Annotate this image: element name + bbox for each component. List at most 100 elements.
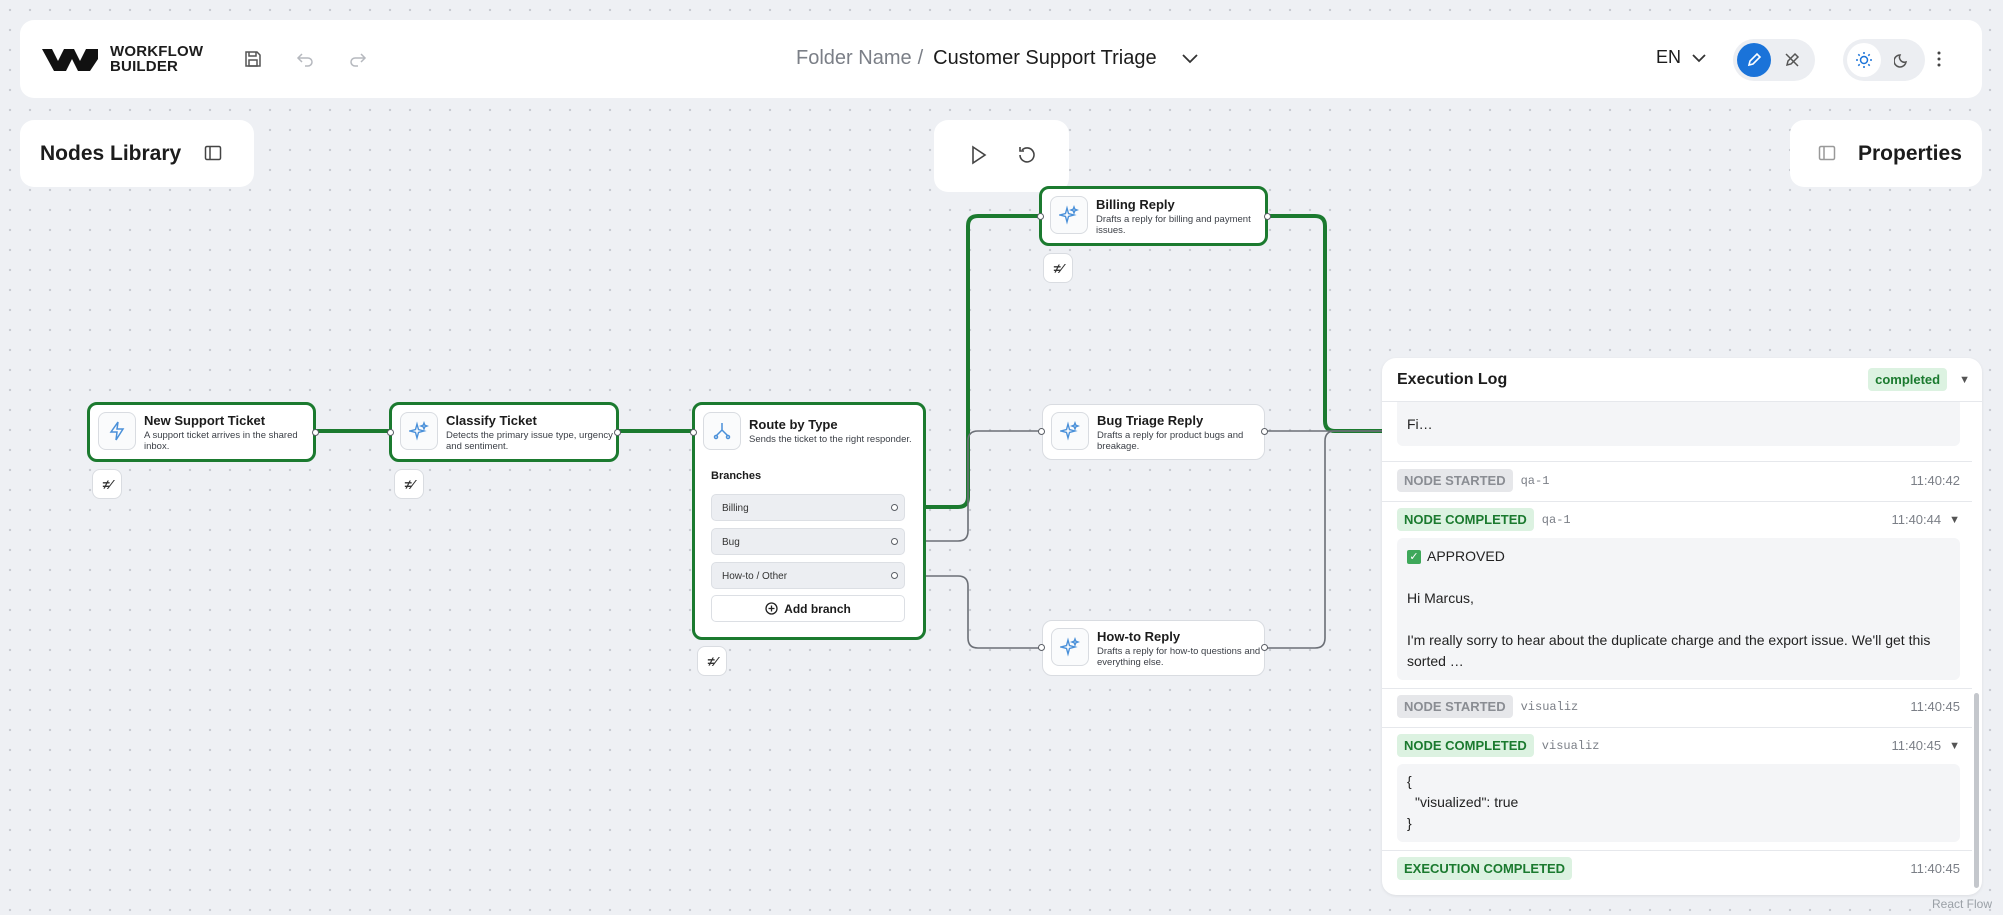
react-flow-attribution[interactable]: React Flow — [1932, 897, 1992, 911]
output-handle[interactable] — [1261, 428, 1268, 435]
node-bug-triage-reply[interactable]: Bug Triage Reply Drafts a reply for prod… — [1038, 404, 1268, 460]
breadcrumb-separator: / — [917, 47, 924, 69]
output-handle[interactable] — [312, 429, 319, 436]
node-description: A support ticket arrives in the shared i… — [144, 430, 298, 452]
dark-theme-button[interactable] — [1885, 43, 1919, 77]
node-howto-reply[interactable]: How-to Reply Drafts a reply for how-to q… — [1038, 620, 1268, 676]
save-icon[interactable] — [241, 47, 265, 71]
node-settings-badge[interactable]: ≠⁄ — [1043, 253, 1073, 283]
logo-icon — [42, 49, 98, 71]
node-settings-badge[interactable]: ≠⁄ — [394, 469, 424, 499]
logo-line-2: BUILDER — [110, 58, 179, 75]
more-options-icon[interactable] — [1927, 47, 1951, 71]
branch-label: Bug — [722, 537, 740, 548]
branch-handle[interactable] — [891, 538, 898, 545]
nodes-library-title: Nodes Library — [40, 142, 182, 165]
sparkle-icon — [1051, 628, 1089, 666]
log-timestamp: 11:40:42 — [1910, 473, 1960, 488]
breadcrumb-folder[interactable]: Folder Name — [796, 47, 912, 70]
top-header: WORKFLOW BUILDER Folder Name / Customer … — [20, 20, 1982, 98]
log-output-text: Fi… — [1407, 416, 1433, 432]
sun-icon — [1856, 52, 1872, 68]
log-scrollbar[interactable] — [1974, 693, 1979, 888]
log-entry: EXECUTION COMPLETED 11:40:45 — [1397, 857, 1960, 880]
breadcrumb[interactable]: Folder Name / Customer Support Triage — [796, 47, 1199, 70]
collapse-caret-icon[interactable]: ▼ — [1949, 514, 1960, 526]
node-new-support-ticket[interactable]: New Support Ticket A support ticket arri… — [87, 402, 319, 462]
language-select[interactable]: EN — [1656, 47, 1707, 68]
event-type-badge: NODE COMPLETED — [1397, 508, 1534, 531]
reset-icon[interactable] — [1016, 144, 1038, 166]
pencil-icon — [1747, 52, 1762, 67]
log-output-line: "visualized": true — [1415, 794, 1519, 810]
collapse-caret-icon[interactable]: ▼ — [1949, 740, 1960, 752]
execution-log-header[interactable]: Execution Log completed ▼ — [1382, 358, 1982, 402]
node-title: Classify Ticket — [446, 413, 537, 428]
log-output-truncated: Fi… — [1397, 402, 1960, 446]
lightning-icon — [98, 412, 136, 450]
branch-handle[interactable] — [891, 572, 898, 579]
branch-label: How-to / Other — [722, 571, 788, 582]
branch-bug[interactable]: Bug — [711, 528, 905, 555]
log-node-id: visualiz — [1520, 699, 1579, 714]
node-route-by-type[interactable]: Route by Type Sends the ticket to the ri… — [690, 402, 926, 640]
log-output-line: I'm really sorry to hear about the dupli… — [1407, 632, 1931, 669]
input-handle[interactable] — [690, 429, 697, 436]
sidebar-toggle-icon[interactable] — [1818, 144, 1836, 162]
output-handle[interactable] — [1264, 213, 1271, 220]
node-settings-badge[interactable]: ≠⁄ — [92, 469, 122, 499]
edit-mode-button[interactable] — [1737, 43, 1771, 77]
run-toolbar — [934, 120, 1069, 192]
log-entry[interactable]: NODE COMPLETED qa-1 11:40:44 ▼ — [1397, 508, 1960, 531]
log-timestamp: 11:40:45 — [1910, 861, 1960, 876]
llm-icon: ≠⁄ — [707, 653, 717, 669]
log-output-approved: ✓ APPROVED Hi Marcus, I'm really sorry t… — [1397, 538, 1960, 680]
log-output-line: APPROVED — [1427, 548, 1505, 564]
input-handle[interactable] — [1038, 428, 1045, 435]
add-branch-button[interactable]: Add branch — [711, 595, 905, 622]
node-description: Drafts a reply for billing and payment i… — [1096, 214, 1251, 236]
input-handle[interactable] — [1038, 644, 1045, 651]
redo-icon[interactable] — [346, 47, 370, 71]
workflow-name[interactable]: Customer Support Triage — [933, 47, 1156, 70]
edge-billing-out — [1265, 214, 1382, 433]
node-description: Drafts a reply for product bugs and brea… — [1097, 430, 1244, 452]
node-settings-badge[interactable]: ≠⁄ — [697, 646, 727, 676]
node-title: Route by Type — [749, 417, 838, 432]
properties-title: Properties — [1858, 142, 1962, 165]
undo-icon[interactable] — [293, 47, 317, 71]
logo-line-1: WORKFLOW — [110, 43, 204, 60]
input-handle[interactable] — [1037, 213, 1044, 220]
branch-icon — [703, 412, 741, 450]
check-icon: ✓ — [1407, 549, 1421, 564]
node-title: How-to Reply — [1097, 629, 1181, 644]
light-theme-button[interactable] — [1847, 43, 1881, 77]
language-value: EN — [1656, 47, 1682, 67]
theme-toggle — [1843, 39, 1925, 81]
node-billing-reply[interactable]: Billing Reply Drafts a reply for billing… — [1037, 186, 1271, 246]
sparkle-icon — [400, 412, 438, 450]
execution-log-title: Execution Log — [1397, 371, 1508, 388]
output-handle[interactable] — [1261, 644, 1268, 651]
view-mode-button[interactable] — [1775, 43, 1809, 77]
chevron-down-icon[interactable] — [1181, 53, 1199, 65]
node-description: Detects the primary issue type, urgency … — [446, 430, 613, 452]
log-timestamp: 11:40:44 — [1891, 512, 1942, 527]
node-classify-ticket[interactable]: Classify Ticket Detects the primary issu… — [387, 402, 621, 462]
sidebar-toggle-icon[interactable] — [204, 144, 222, 162]
nodes-library-panel: Nodes Library — [20, 120, 254, 187]
input-handle[interactable] — [387, 429, 394, 436]
branch-howto-other[interactable]: How-to / Other — [711, 562, 905, 589]
log-entry[interactable]: NODE COMPLETED visualiz 11:40:45 ▼ — [1397, 734, 1960, 757]
edge-howto-out — [1265, 430, 1382, 649]
node-title: Billing Reply — [1096, 197, 1175, 212]
llm-icon: ≠⁄ — [1053, 260, 1063, 276]
sparkle-icon — [1051, 412, 1089, 450]
collapse-caret-icon[interactable]: ▼ — [1959, 374, 1970, 386]
branch-handle[interactable] — [891, 504, 898, 511]
app-logo[interactable]: WORKFLOW BUILDER — [40, 44, 203, 74]
play-icon[interactable] — [968, 144, 988, 166]
output-handle[interactable] — [614, 429, 621, 436]
branch-billing[interactable]: Billing — [711, 494, 905, 521]
mode-toggle — [1733, 39, 1815, 81]
